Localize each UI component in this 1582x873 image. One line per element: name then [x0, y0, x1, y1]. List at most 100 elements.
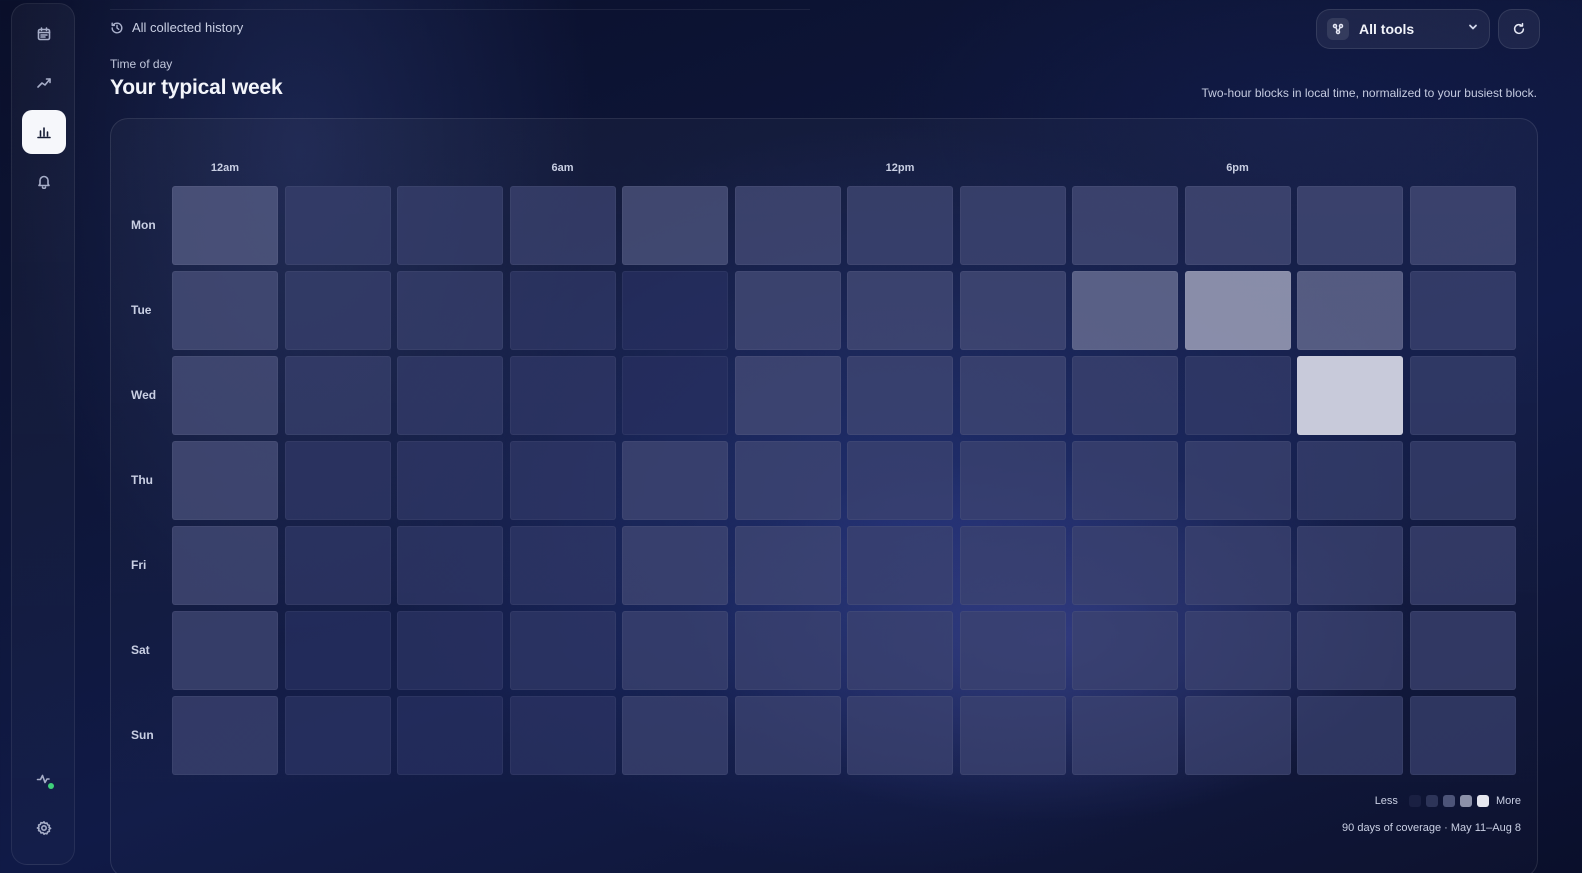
heatmap-cell[interactable]	[959, 441, 1066, 520]
heatmap-cell[interactable]	[172, 611, 278, 690]
nav-trends[interactable]	[22, 61, 66, 105]
heatmap-cell[interactable]	[1184, 186, 1291, 265]
heatmap-cell[interactable]	[1184, 611, 1291, 690]
heatmap-cell[interactable]	[622, 356, 728, 435]
heatmap-cell[interactable]	[1409, 696, 1516, 775]
heatmap-cell[interactable]	[509, 611, 616, 690]
heatmap-cell[interactable]	[959, 611, 1066, 690]
heatmap-cell[interactable]	[1297, 271, 1403, 350]
heatmap-cell[interactable]	[734, 441, 841, 520]
bell-icon	[38, 175, 50, 189]
heatmap-cell[interactable]	[397, 441, 503, 520]
heatmap-cell[interactable]	[1409, 356, 1516, 435]
heatmap-cell[interactable]	[284, 356, 391, 435]
nav-time-of-day[interactable]	[22, 110, 66, 154]
heatmap-cell[interactable]	[734, 356, 841, 435]
heatmap-cell[interactable]	[1072, 186, 1178, 265]
heatmap-cell[interactable]	[847, 611, 953, 690]
tools-dropdown[interactable]: All tools	[1316, 9, 1490, 49]
heatmap-cell[interactable]	[847, 271, 953, 350]
heatmap-cell[interactable]	[959, 526, 1066, 605]
heatmap-cell[interactable]	[1184, 356, 1291, 435]
heatmap-cell[interactable]	[397, 271, 503, 350]
trend-icon	[37, 78, 51, 88]
heatmap-cell[interactable]	[509, 441, 616, 520]
heatmap-cell[interactable]	[1297, 186, 1403, 265]
heatmap-cell[interactable]	[1297, 441, 1403, 520]
heatmap-cell[interactable]	[1409, 526, 1516, 605]
heatmap-cell[interactable]	[172, 696, 278, 775]
heatmap-cell[interactable]	[284, 186, 391, 265]
heatmap-cell[interactable]	[734, 611, 841, 690]
heatmap-cell[interactable]	[959, 696, 1066, 775]
heatmap-cell[interactable]	[847, 186, 953, 265]
heatmap-cell[interactable]	[284, 526, 391, 605]
heatmap-cell[interactable]	[397, 696, 503, 775]
heatmap-cell[interactable]	[1409, 441, 1516, 520]
nav-status[interactable]	[22, 757, 66, 801]
heatmap-cell[interactable]	[172, 441, 278, 520]
heatmap-cell[interactable]	[172, 356, 278, 435]
heatmap-cell[interactable]	[284, 611, 391, 690]
heatmap-cell[interactable]	[622, 611, 728, 690]
heatmap-cell[interactable]	[847, 356, 953, 435]
heatmap-cell[interactable]	[1409, 611, 1516, 690]
heatmap-cell[interactable]	[1297, 526, 1403, 605]
heatmap-cell[interactable]	[1072, 441, 1178, 520]
heatmap-cell[interactable]	[734, 526, 841, 605]
section-eyebrow: Time of day	[110, 57, 173, 71]
heatmap-cell[interactable]	[509, 696, 616, 775]
heatmap-cell[interactable]	[622, 696, 728, 775]
heatmap-cell[interactable]	[397, 356, 503, 435]
heatmap-cell[interactable]	[1072, 356, 1178, 435]
heatmap-cell[interactable]	[622, 526, 728, 605]
nav-settings[interactable]	[22, 806, 66, 850]
heatmap-cell[interactable]	[397, 611, 503, 690]
heatmap-cell[interactable]	[847, 441, 953, 520]
heatmap-cell[interactable]	[1297, 611, 1403, 690]
nav-calendar[interactable]	[22, 12, 66, 56]
sidebar	[11, 3, 75, 865]
page-title: Your typical week	[110, 76, 283, 99]
heatmap-cell[interactable]	[509, 526, 616, 605]
heatmap-cell[interactable]	[622, 441, 728, 520]
heatmap-cell[interactable]	[172, 526, 278, 605]
heatmap-cell[interactable]	[509, 186, 616, 265]
heatmap-cell[interactable]	[509, 356, 616, 435]
heatmap-cell[interactable]	[1297, 356, 1403, 435]
heatmap-cell[interactable]	[1184, 696, 1291, 775]
refresh-button[interactable]	[1498, 9, 1540, 49]
heatmap-cell[interactable]	[959, 186, 1066, 265]
heatmap-cell[interactable]	[959, 356, 1066, 435]
heatmap-cell[interactable]	[1184, 441, 1291, 520]
heatmap-cell[interactable]	[284, 441, 391, 520]
history-scope[interactable]: All collected history	[110, 20, 243, 35]
heatmap-cell[interactable]	[734, 271, 841, 350]
heatmap-cell[interactable]	[734, 186, 841, 265]
heatmap-cell[interactable]	[284, 271, 391, 350]
heatmap-cell[interactable]	[284, 696, 391, 775]
heatmap-cell[interactable]	[847, 696, 953, 775]
heatmap-cell[interactable]	[172, 186, 278, 265]
heatmap-cell[interactable]	[1072, 526, 1178, 605]
heatmap-cell[interactable]	[1072, 696, 1178, 775]
legend-less-label: Less	[1374, 795, 1398, 807]
calendar-icon	[37, 27, 51, 41]
heatmap-cell[interactable]	[1409, 186, 1516, 265]
heatmap-cell[interactable]	[1072, 271, 1178, 350]
heatmap-cell[interactable]	[1409, 271, 1516, 350]
heatmap-cell[interactable]	[1072, 611, 1178, 690]
heatmap-cell[interactable]	[1297, 696, 1403, 775]
heatmap-cell[interactable]	[622, 271, 728, 350]
heatmap-cell[interactable]	[509, 271, 616, 350]
nav-alerts[interactable]	[22, 159, 66, 203]
heatmap-cell[interactable]	[397, 526, 503, 605]
heatmap-cell[interactable]	[959, 271, 1066, 350]
heatmap-cell[interactable]	[1184, 526, 1291, 605]
heatmap-cell[interactable]	[734, 696, 841, 775]
heatmap-cell[interactable]	[847, 526, 953, 605]
heatmap-cell[interactable]	[622, 186, 728, 265]
heatmap-cell[interactable]	[1184, 271, 1291, 350]
heatmap-cell[interactable]	[172, 271, 278, 350]
heatmap-cell[interactable]	[397, 186, 503, 265]
